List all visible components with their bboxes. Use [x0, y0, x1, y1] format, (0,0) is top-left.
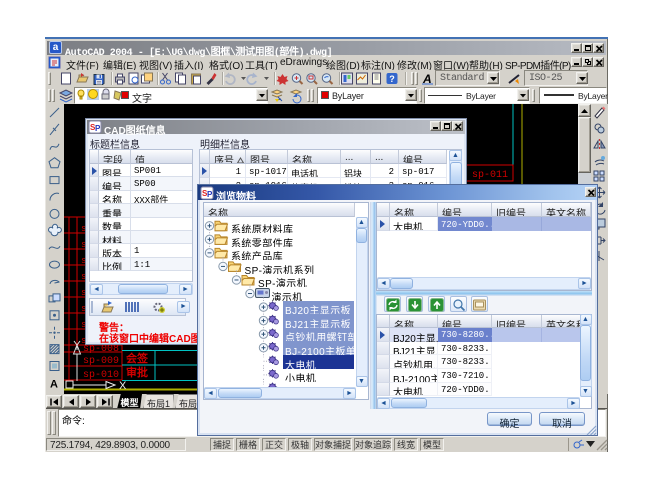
svg-text:sp-009: sp-009 — [83, 356, 119, 367]
svg-text:P: P — [95, 124, 101, 133]
svg-text:审批: 审批 — [126, 365, 148, 379]
svg-text:X: X — [119, 380, 127, 392]
svg-text:sp-011: sp-011 — [472, 170, 508, 181]
svg-text:sp-008: sp-008 — [83, 344, 119, 355]
svg-text:sp-010: sp-010 — [83, 370, 119, 381]
svg-text:A: A — [50, 378, 58, 390]
svg-text:P: P — [207, 190, 213, 199]
svg-text:会签: 会签 — [126, 351, 149, 365]
